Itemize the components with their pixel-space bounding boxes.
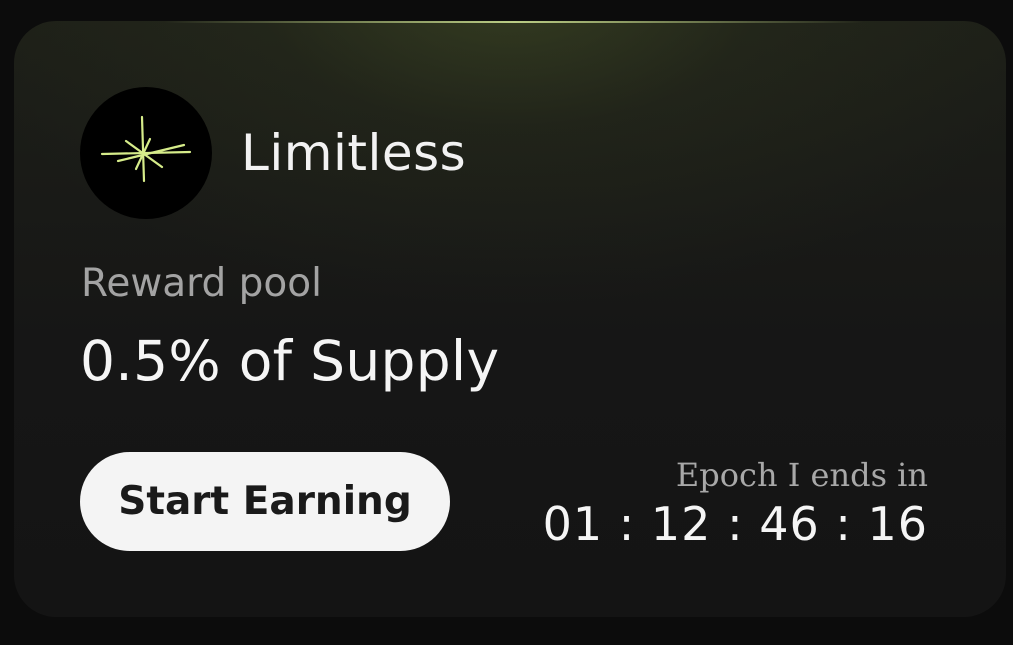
epoch-countdown: 01 : 12 : 46 : 16 bbox=[542, 497, 928, 551]
reward-card: Limitless Reward pool 0.5% of Supply Sta… bbox=[14, 21, 1006, 617]
project-name: Limitless bbox=[241, 124, 467, 182]
card-top-glow bbox=[164, 21, 864, 23]
start-earning-button[interactable]: Start Earning bbox=[80, 452, 450, 551]
project-logo bbox=[80, 87, 212, 219]
spark-star-icon bbox=[100, 115, 192, 183]
reward-pool-value: 0.5% of Supply bbox=[80, 329, 500, 393]
epoch-label: Epoch I ends in bbox=[675, 456, 928, 494]
reward-pool-label: Reward pool bbox=[81, 261, 322, 306]
